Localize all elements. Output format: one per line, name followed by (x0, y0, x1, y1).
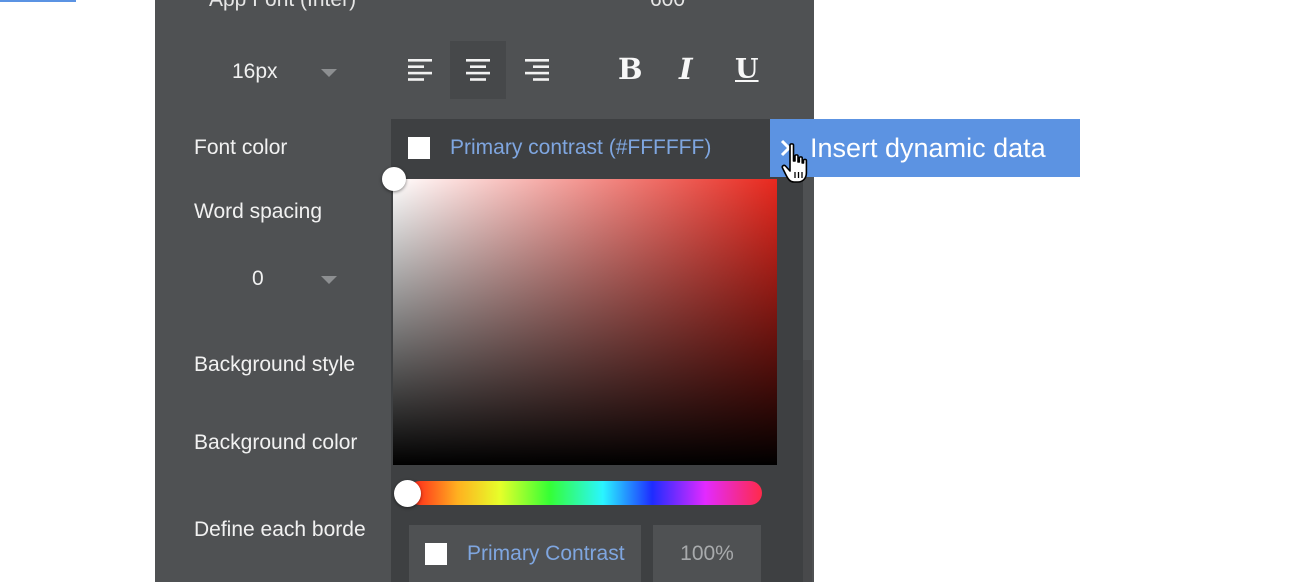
background-color-label: Background color (194, 431, 358, 454)
align-left-button[interactable] (392, 41, 448, 99)
word-spacing-label: Word spacing (194, 200, 323, 223)
color-name-value: Primary Contrast (467, 541, 625, 565)
underline-button[interactable]: U (735, 54, 759, 85)
align-left-icon (408, 59, 432, 81)
top-left-tab-indicator (0, 0, 76, 2)
saturation-value-area[interactable] (382, 167, 777, 465)
font-size-value: 16px (232, 60, 278, 83)
italic-button[interactable]: I (679, 52, 693, 86)
saturation-value-handle[interactable] (382, 167, 406, 191)
color-picker-title: Primary contrast (#FFFFFF) (450, 136, 712, 159)
font-weight-select[interactable]: 600 (650, 0, 685, 12)
align-right-button[interactable] (509, 41, 565, 99)
opacity-input[interactable]: 100% (653, 525, 761, 582)
align-right-icon (525, 59, 549, 81)
font-size-chevron-down-icon[interactable] (321, 69, 337, 77)
panel-scrollbar[interactable] (802, 360, 812, 582)
insert-dynamic-data-label: Insert dynamic data (810, 132, 1046, 163)
align-center-icon (466, 59, 490, 81)
word-spacing-value: 0 (252, 267, 264, 290)
color-name-swatch (425, 542, 447, 565)
align-center-button[interactable] (450, 41, 506, 99)
word-spacing-chevron-down-icon[interactable] (321, 276, 337, 284)
color-picker-header[interactable]: Primary contrast (#FFFFFF) (391, 119, 803, 177)
define-border-label: Define each borde (194, 518, 366, 541)
font-color-label: Font color (194, 136, 288, 159)
font-family-select[interactable]: App Font (Inter) (209, 0, 356, 12)
font-size-dropdown[interactable]: 16px (232, 60, 278, 84)
color-name-input[interactable]: Primary Contrast (409, 525, 641, 582)
background-style-label: Background style (194, 353, 356, 376)
current-color-swatch (408, 137, 430, 159)
bold-button[interactable]: B (618, 52, 643, 86)
word-spacing-dropdown[interactable]: 0 (252, 267, 264, 291)
hand-pointer-cursor-icon (781, 143, 808, 183)
insert-dynamic-data-button[interactable]: Insert dynamic data (770, 119, 1080, 177)
hue-slider[interactable] (394, 480, 762, 507)
color-picker-popover: Primary contrast (#FFFFFF) Primary Contr… (382, 119, 803, 582)
hue-slider-handle[interactable] (394, 480, 421, 507)
